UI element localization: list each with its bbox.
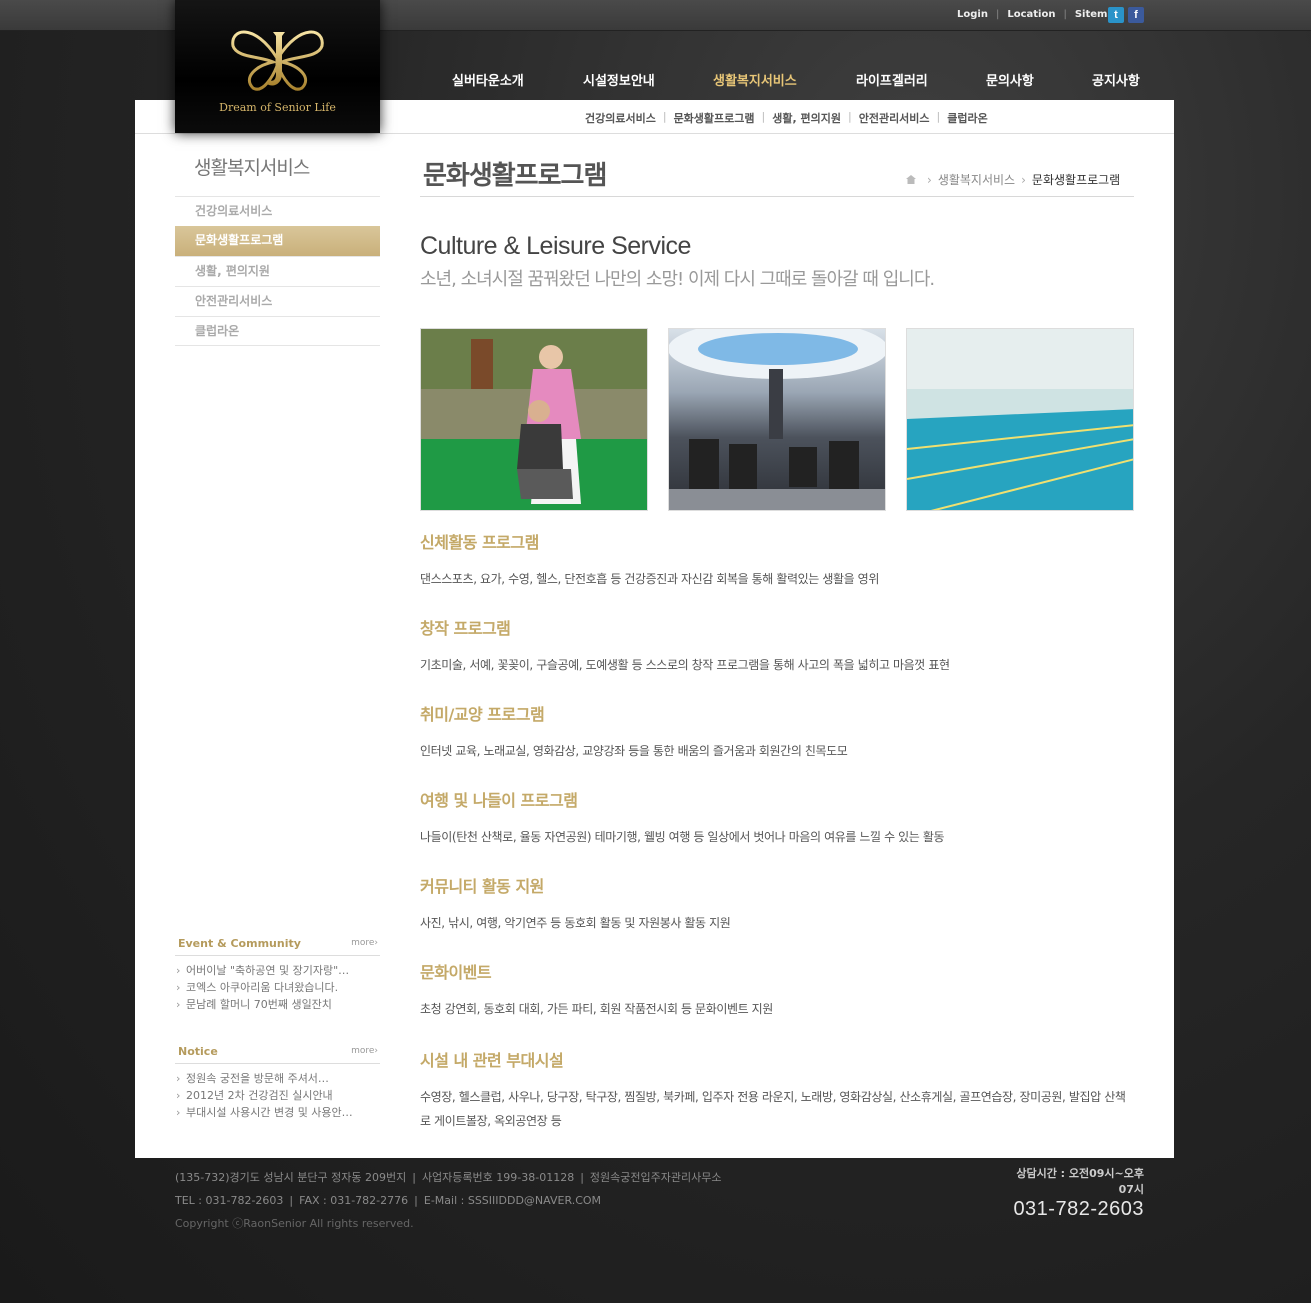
notice-more-link[interactable]: more›	[351, 1046, 378, 1056]
footer-email[interactable]: E-Mail : SSSIIIDDD@NAVER.COM	[424, 1194, 601, 1207]
program-section: 시설 내 관련 부대시설 수영장, 헬스클럽, 사우나, 당구장, 탁구장, 찜…	[420, 1047, 1136, 1133]
nav-item-gallery[interactable]: 라이프겔러리	[856, 70, 928, 89]
footer-bizno: 사업자등록번호 199-38-01128	[421, 1171, 575, 1184]
event-title: Event & Community	[178, 937, 301, 950]
call-phone: 031-782-2603	[1013, 1198, 1144, 1220]
footer-tel: TEL : 031-782-2603	[175, 1194, 284, 1207]
call-center: 상담시간 : 오전09시~오후07시 031-782-2603	[1004, 1165, 1144, 1221]
footer-address: (135-732)경기도 성남시 분단구 정자동 209번지	[175, 1171, 407, 1184]
footer-office: 정원속궁전입주자관리사무소	[589, 1171, 722, 1184]
lead-heading-en: Culture & Leisure Service	[420, 232, 691, 260]
gym-photo	[668, 328, 886, 511]
call-hours: 상담시간 : 오전09시~오후07시	[1016, 1167, 1144, 1196]
section-desc: 초청 강연회, 동호회 대회, 가든 파티, 회원 작품전시회 등 문화이벤트 …	[420, 1002, 773, 1016]
side-menu-item-living[interactable]: 생활, 편의지원	[175, 256, 380, 286]
nav-item-about[interactable]: 실버타운소개	[452, 70, 524, 89]
event-item[interactable]: 문남례 할머니 70번째 생일잔치	[175, 996, 380, 1013]
divider: |	[761, 110, 766, 123]
notice-item[interactable]: 정원속 궁전을 방문해 주셔서…	[175, 1070, 380, 1087]
subnav-item-safety[interactable]: 안전관리서비스	[859, 110, 930, 126]
facebook-icon[interactable]: f	[1128, 7, 1144, 23]
page-title: 문화생활프로그램	[423, 161, 607, 191]
breadcrumb: › 생활복지서비스 › 문화생활프로그램	[906, 171, 1120, 188]
chevron-right-icon: ›	[1021, 172, 1026, 187]
section-desc: 나들이(탄천 산책로, 율동 자연공원) 테마기행, 웰빙 여행 등 일상에서 …	[420, 830, 945, 844]
section-title: 시설 내 관련 부대시설	[420, 1051, 564, 1070]
divider: |	[1063, 9, 1067, 20]
footer-fax: FAX : 031-782-2776	[299, 1194, 409, 1207]
side-menu-item-club[interactable]: 클럽라온	[175, 316, 380, 346]
subnav-item-living[interactable]: 생활, 편의지원	[772, 110, 841, 126]
butterfly-logo-icon	[231, 30, 324, 91]
golf-photo	[420, 328, 648, 511]
program-section: 취미/교양 프로그램 인터넷 교육, 노래교실, 영화감상, 교양강좌 등을 통…	[420, 701, 1136, 763]
location-link[interactable]: Location	[1007, 9, 1055, 20]
divider: |	[847, 110, 852, 123]
section-title: 여행 및 나들이 프로그램	[420, 791, 578, 810]
section-desc: 수영장, 헬스클럽, 사우나, 당구장, 탁구장, 찜질방, 북카페, 입주자 …	[420, 1090, 1126, 1128]
program-section: 창작 프로그램 기초미술, 서예, 꽃꽂이, 구슬공예, 도예생활 등 스스로의…	[420, 615, 1136, 677]
event-more-link[interactable]: more›	[351, 938, 378, 948]
subnav-item-club[interactable]: 클럽라온	[947, 110, 987, 126]
sns-links: t f	[1108, 7, 1144, 23]
nav-item-inquiry[interactable]: 문의사항	[986, 70, 1034, 89]
lnb-title: 생활복지서비스	[194, 157, 310, 179]
nav-item-welfare[interactable]: 생활복지서비스	[713, 70, 797, 89]
util-links: Login | Location | Sitemap	[957, 9, 1121, 20]
program-section: 커뮤니티 활동 지원 사진, 낚시, 여행, 악기연주 등 동호회 활동 및 자…	[420, 873, 1136, 935]
section-desc: 인터넷 교육, 노래교실, 영화감상, 교양강좌 등을 통한 배움의 즐거움과 …	[420, 744, 848, 758]
event-item[interactable]: 코엑스 아쿠아리움 다녀왔습니다.	[175, 979, 380, 996]
logo[interactable]: Dream of Senior Life	[175, 0, 380, 133]
footer: (135-732)경기도 성남시 분단구 정자동 209번지 | 사업자등록번호 1…	[175, 1166, 721, 1235]
nav-item-facility[interactable]: 시설정보안내	[583, 70, 655, 89]
subnav-item-culture[interactable]: 문화생활프로그램	[674, 110, 755, 126]
title-divider	[420, 196, 1134, 197]
program-section: 문화이벤트 초청 강연회, 동호회 대회, 가든 파티, 회원 작품전시회 등 …	[420, 959, 1136, 1021]
logo-slogan: Dream of Senior Life	[219, 101, 336, 114]
event-community-box: Event & Community more› 어버이날 "축하공연 및 장기자…	[175, 934, 380, 1013]
divider: |	[662, 110, 667, 123]
twitter-icon[interactable]: t	[1108, 7, 1124, 23]
footer-copyright: Copyright ⓒRaonSenior All rights reserve…	[175, 1217, 414, 1230]
notice-title: Notice	[178, 1045, 218, 1058]
side-menu: 건강의료서비스 문화생활프로그램 생활, 편의지원 안전관리서비스 클럽라온	[175, 196, 380, 346]
breadcrumb-item[interactable]: 생활복지서비스	[938, 171, 1015, 188]
section-title: 커뮤니티 활동 지원	[420, 877, 544, 896]
lead-heading-ko: 소년, 소녀시절 꿈꿔왔던 나만의 소망! 이제 다시 그때로 돌아갈 때 입니…	[420, 269, 935, 290]
event-item[interactable]: 어버이날 "축하공연 및 장기자랑"…	[175, 962, 380, 979]
home-icon[interactable]	[906, 175, 916, 184]
section-title: 취미/교양 프로그램	[420, 705, 545, 724]
section-title: 창작 프로그램	[420, 619, 511, 638]
divider: |	[995, 9, 1000, 20]
pool-photo	[906, 328, 1134, 511]
side-menu-item-safety[interactable]: 안전관리서비스	[175, 286, 380, 316]
breadcrumb-current: 문화생활프로그램	[1031, 173, 1121, 187]
program-section: 여행 및 나들이 프로그램 나들이(탄천 산책로, 율동 자연공원) 테마기행,…	[420, 787, 1136, 849]
section-desc: 기초미술, 서예, 꽃꽂이, 구슬공예, 도예생활 등 스스로의 창작 프로그램…	[420, 658, 950, 672]
chevron-right-icon: ›	[927, 172, 932, 187]
side-menu-item-culture[interactable]: 문화생활프로그램	[175, 226, 380, 256]
section-desc: 사진, 낚시, 여행, 악기연주 등 동호회 활동 및 자원봉사 활동 지원	[420, 916, 731, 930]
divider: |	[936, 110, 941, 123]
nav-item-notice[interactable]: 공지사항	[1092, 70, 1140, 89]
notice-box: Notice more› 정원속 궁전을 방문해 주셔서… 2012년 2차 건…	[175, 1042, 380, 1121]
section-desc: 댄스스포츠, 요가, 수영, 헬스, 단전호흡 등 건강증진과 자신감 회복을 …	[420, 572, 879, 586]
login-link[interactable]: Login	[957, 9, 988, 20]
notice-item[interactable]: 2012년 2차 건강검진 실시안내	[175, 1087, 380, 1104]
subnav-item-health[interactable]: 건강의료서비스	[585, 110, 656, 126]
section-title: 신체활동 프로그램	[420, 533, 539, 552]
program-section: 신체활동 프로그램 댄스스포츠, 요가, 수영, 헬스, 단전호흡 등 건강증진…	[420, 529, 1136, 591]
section-title: 문화이벤트	[420, 963, 492, 982]
side-menu-item-health[interactable]: 건강의료서비스	[175, 196, 380, 226]
notice-item[interactable]: 부대시설 사용시간 변경 및 사용안…	[175, 1104, 380, 1121]
main-nav: 실버타운소개 시설정보안내 생활복지서비스 라이프겔러리 문의사항 공지사항	[420, 70, 1180, 90]
